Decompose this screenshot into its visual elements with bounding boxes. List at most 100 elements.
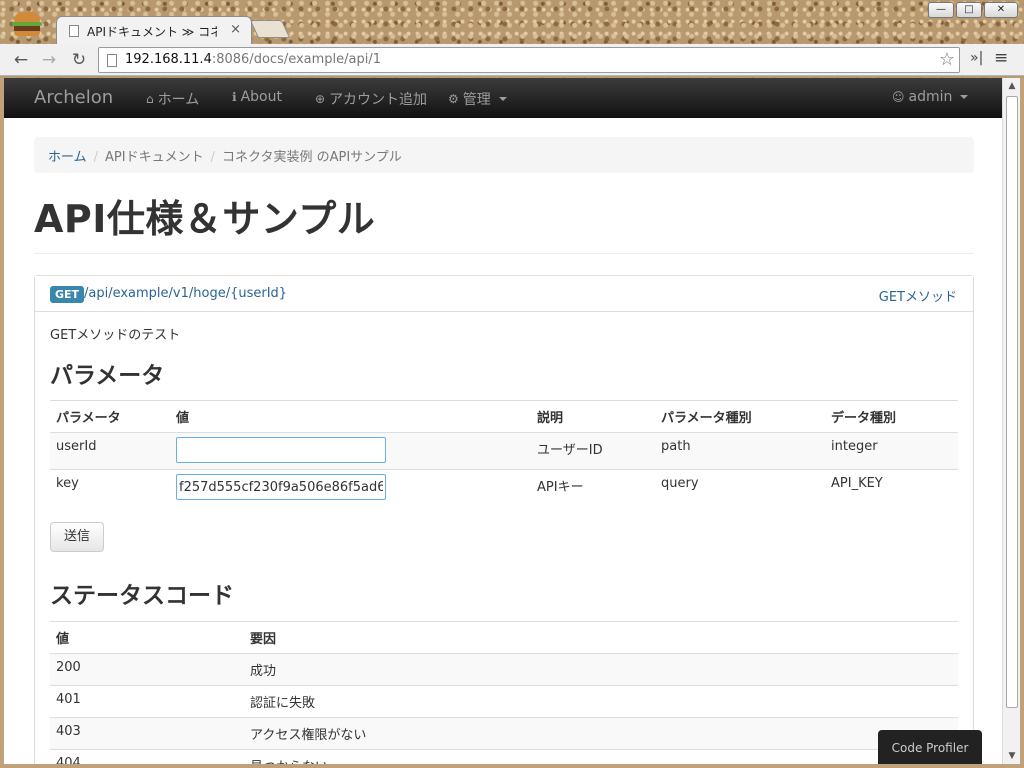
endpoint-panel: GET /api/example/v1/hoge/{userId} GETメソッ… [34, 275, 974, 764]
home-icon: ⌂ [146, 92, 154, 106]
scroll-thumb[interactable] [1006, 96, 1018, 708]
param-kind: query [655, 469, 825, 506]
breadcrumb: ホーム / APIドキュメント / コネクタ実装例 のAPIサンプル [34, 137, 974, 173]
nav-about[interactable]: ℹ About [232, 89, 282, 105]
table-row: key APIキー query API_KEY [50, 469, 958, 506]
user-name: admin [908, 89, 953, 105]
status-codes-heading: ステータスコード [50, 583, 234, 609]
table-row: 401 認証に失敗 [50, 685, 958, 718]
parameters-heading: パラメータ [50, 363, 165, 389]
forward-arrow-icon[interactable]: → [38, 50, 60, 70]
status-code: 404 [50, 749, 244, 764]
column-header: データ種別 [825, 400, 958, 433]
param-type: API_KEY [825, 469, 958, 506]
nav-home[interactable]: ⌂ ホーム [146, 89, 199, 109]
chevron-down-icon [960, 95, 969, 99]
column-header: 値 [170, 400, 531, 433]
table-row: 404 見つからない [50, 749, 958, 764]
status-reason: 成功 [244, 653, 958, 686]
param-description: APIキー [531, 469, 655, 506]
code-profiler-button[interactable]: Code Profiler [878, 730, 982, 764]
table-row: 403 アクセス権限がない [50, 717, 958, 750]
nav-add-account-label: アカウント追加 [329, 92, 428, 108]
api-key-input[interactable] [176, 474, 386, 500]
submit-button[interactable]: 送信 [50, 522, 104, 552]
status-code: 403 [50, 717, 244, 750]
app-icon [12, 12, 42, 36]
url-path: :8086/docs/example/api/1 [211, 52, 382, 67]
breadcrumb-api-docs: APIドキュメント [105, 150, 204, 165]
status-codes-table: 値 要因 200 成功 401 認証に失敗 403 アクセス権限がない 404 [50, 621, 958, 764]
back-arrow-icon[interactable]: ← [10, 50, 32, 70]
scroll-up-icon[interactable]: ▲ [1003, 78, 1021, 94]
vertical-scrollbar[interactable]: ▲ ▼ [1002, 78, 1020, 764]
parameters-table: パラメータ 値 説明 パラメータ種別 データ種別 userId ユーザーID p… [50, 400, 958, 506]
extensions-overflow-icon[interactable]: »| [970, 50, 983, 66]
nav-admin-label: 管理 [462, 92, 491, 108]
bookmark-star-icon[interactable]: ☆ [939, 49, 955, 70]
param-name: key [50, 469, 170, 506]
status-reason: 見つからない [244, 749, 958, 764]
user-icon: ☺ [892, 90, 905, 104]
window-controls: — □ ✕ [928, 2, 1018, 18]
browser-tab[interactable]: APIドキュメント ≫ コネクタ実装例 × [56, 16, 252, 44]
breadcrumb-separator: / [210, 150, 215, 165]
page-viewport: Archelon ⌂ ホーム ℹ About ⊕ アカウント追加 ⚙ 管理 ☺ … [4, 78, 1002, 764]
method-badge: GET [50, 286, 85, 303]
method-description-link[interactable]: GETメソッド [879, 286, 957, 305]
nav-about-label: About [240, 89, 282, 105]
breadcrumb-home[interactable]: ホーム [48, 150, 87, 165]
table-header-row: パラメータ 値 説明 パラメータ種別 データ種別 [50, 400, 958, 433]
param-name: userId [50, 432, 170, 470]
browser-toolbar: ← → ↻ 192.168.11.4:8086/docs/example/api… [0, 44, 1024, 76]
brand-link[interactable]: Archelon [34, 87, 113, 108]
column-header: 値 [50, 621, 244, 654]
param-type: integer [825, 432, 958, 470]
reload-icon[interactable]: ↻ [68, 50, 90, 70]
endpoint-path[interactable]: /api/example/v1/hoge/{userId} [84, 286, 287, 301]
maximize-button[interactable]: □ [956, 2, 982, 18]
column-header: パラメータ [50, 400, 170, 433]
table-row: userId ユーザーID path integer [50, 432, 958, 470]
status-code: 401 [50, 685, 244, 718]
nav-admin-dropdown[interactable]: ⚙ 管理 [448, 89, 507, 109]
plus-circle-icon: ⊕ [315, 92, 326, 106]
table-row: 200 成功 [50, 653, 958, 686]
scroll-down-icon[interactable]: ▼ [1003, 748, 1021, 764]
column-header: 説明 [531, 400, 655, 433]
endpoint-header[interactable]: GET /api/example/v1/hoge/{userId} GETメソッ… [35, 276, 973, 312]
status-reason: アクセス権限がない [244, 717, 958, 750]
address-bar[interactable]: 192.168.11.4:8086/docs/example/api/1 ☆ [98, 47, 960, 73]
status-reason: 認証に失敗 [244, 685, 958, 718]
chevron-down-icon [498, 97, 507, 101]
nav-add-account[interactable]: ⊕ アカウント追加 [315, 89, 427, 109]
browser-frame: APIドキュメント ≫ コネクタ実装例 × — □ ✕ ← → ↻ 192.16… [0, 0, 1024, 78]
table-header-row: 値 要因 [50, 621, 958, 654]
menu-icon[interactable]: ≡ [994, 48, 1008, 68]
breadcrumb-separator: / [93, 150, 99, 165]
page-title: API仕様＆サンプル [34, 197, 376, 241]
tab-title: APIドキュメント ≫ コネクタ実装例 [87, 25, 217, 39]
param-kind: path [655, 432, 825, 470]
param-value-cell [170, 469, 531, 506]
breadcrumb-current: コネクタ実装例 のAPIサンプル [221, 150, 402, 165]
divider [34, 253, 974, 254]
url-text: 192.168.11.4:8086/docs/example/api/1 [125, 52, 381, 67]
top-navbar: Archelon ⌂ ホーム ℹ About ⊕ アカウント追加 ⚙ 管理 ☺ … [4, 78, 1002, 118]
column-header: 要因 [244, 621, 958, 654]
close-window-button[interactable]: ✕ [984, 2, 1018, 18]
column-header: パラメータ種別 [655, 400, 825, 433]
minimize-button[interactable]: — [928, 2, 954, 18]
param-description: ユーザーID [531, 432, 655, 470]
userid-input[interactable] [176, 437, 386, 463]
param-value-cell [170, 432, 531, 470]
endpoint-description: GETメソッドのテスト [50, 328, 181, 343]
info-icon: ℹ [232, 90, 237, 104]
url-host: 192.168.11.4 [125, 52, 212, 67]
doc-icon [69, 25, 79, 37]
new-tab-button[interactable] [249, 20, 291, 38]
user-dropdown[interactable]: ☺ admin [892, 89, 969, 105]
nav-home-label: ホーム [157, 92, 200, 108]
gear-icon: ⚙ [448, 92, 459, 106]
tab-close-icon[interactable]: × [230, 22, 241, 37]
